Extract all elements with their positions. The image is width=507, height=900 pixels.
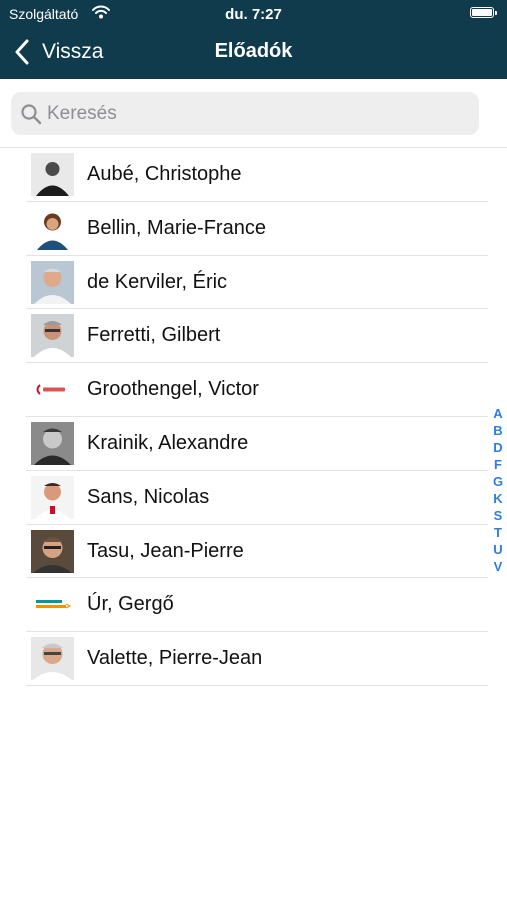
- company-logo: [31, 583, 74, 627]
- company-logo: [31, 368, 74, 412]
- speaker-photo: [31, 260, 74, 304]
- speaker-name: Bellin, Marie-France: [87, 216, 266, 239]
- speaker-name: Ferretti, Gilbert: [87, 324, 221, 347]
- status-time: du. 7:27: [225, 6, 282, 23]
- speaker-name: Krainik, Alexandre: [87, 431, 249, 454]
- speaker-photo: [31, 475, 74, 519]
- index-letter-f[interactable]: F: [486, 456, 507, 473]
- search-icon: [21, 104, 42, 125]
- speaker-photo: [31, 529, 74, 573]
- speaker-name: Úr, Gergő: [87, 593, 174, 616]
- section-index[interactable]: A B D F G K S T U V: [486, 405, 507, 575]
- list-item[interactable]: Aubé, Christophe: [0, 148, 507, 202]
- speaker-name: Tasu, Jean-Pierre: [87, 539, 244, 562]
- index-letter-u[interactable]: U: [486, 541, 507, 558]
- speaker-photo: [31, 206, 74, 250]
- speaker-list: Aubé, Christophe Bellin, Marie-France de…: [0, 148, 507, 686]
- list-item[interactable]: Bellin, Marie-France: [0, 202, 507, 256]
- list-item[interactable]: de Kerviler, Éric: [0, 256, 507, 310]
- speaker-name: Aubé, Christophe: [87, 163, 242, 185]
- row-divider: [26, 684, 488, 686]
- list-item[interactable]: Krainik, Alexandre: [0, 417, 507, 471]
- list-item[interactable]: Ferretti, Gilbert: [0, 309, 507, 364]
- list-item[interactable]: Groothengel, Victor: [0, 363, 507, 417]
- index-letter-k[interactable]: K: [486, 490, 507, 507]
- index-letter-v[interactable]: V: [486, 558, 507, 575]
- speaker-photo: [31, 153, 74, 196]
- speaker-photo: [31, 421, 74, 465]
- index-letter-b[interactable]: B: [486, 422, 507, 439]
- speaker-name: Sans, Nicolas: [87, 485, 210, 508]
- page-title: Előadók: [214, 40, 293, 62]
- speaker-photo: [31, 314, 74, 358]
- navigation-bar: Szolgáltató du. 7:27 Vissza Előadók: [0, 0, 507, 79]
- index-letter-t[interactable]: T: [486, 524, 507, 541]
- list-item[interactable]: Valette, Pierre-Jean: [0, 632, 507, 686]
- speaker-photo: [31, 637, 74, 681]
- list-item[interactable]: Úr, Gergő: [0, 578, 507, 633]
- index-letter-a[interactable]: A: [486, 405, 507, 422]
- list-item[interactable]: Tasu, Jean-Pierre: [0, 525, 507, 579]
- battery-icon: [470, 7, 497, 18]
- speaker-name: Groothengel, Victor: [87, 378, 259, 401]
- speaker-name: Valette, Pierre-Jean: [87, 647, 263, 670]
- index-letter-d[interactable]: D: [486, 439, 507, 456]
- speaker-name: de Kerviler, Éric: [87, 270, 228, 293]
- index-letter-g[interactable]: G: [486, 473, 507, 490]
- list-item[interactable]: Sans, Nicolas: [0, 471, 507, 525]
- search-input[interactable]: [47, 92, 467, 135]
- index-letter-s[interactable]: S: [486, 507, 507, 524]
- search-bar: [11, 92, 479, 135]
- status-bar: Szolgáltató du. 7:27: [0, 0, 507, 28]
